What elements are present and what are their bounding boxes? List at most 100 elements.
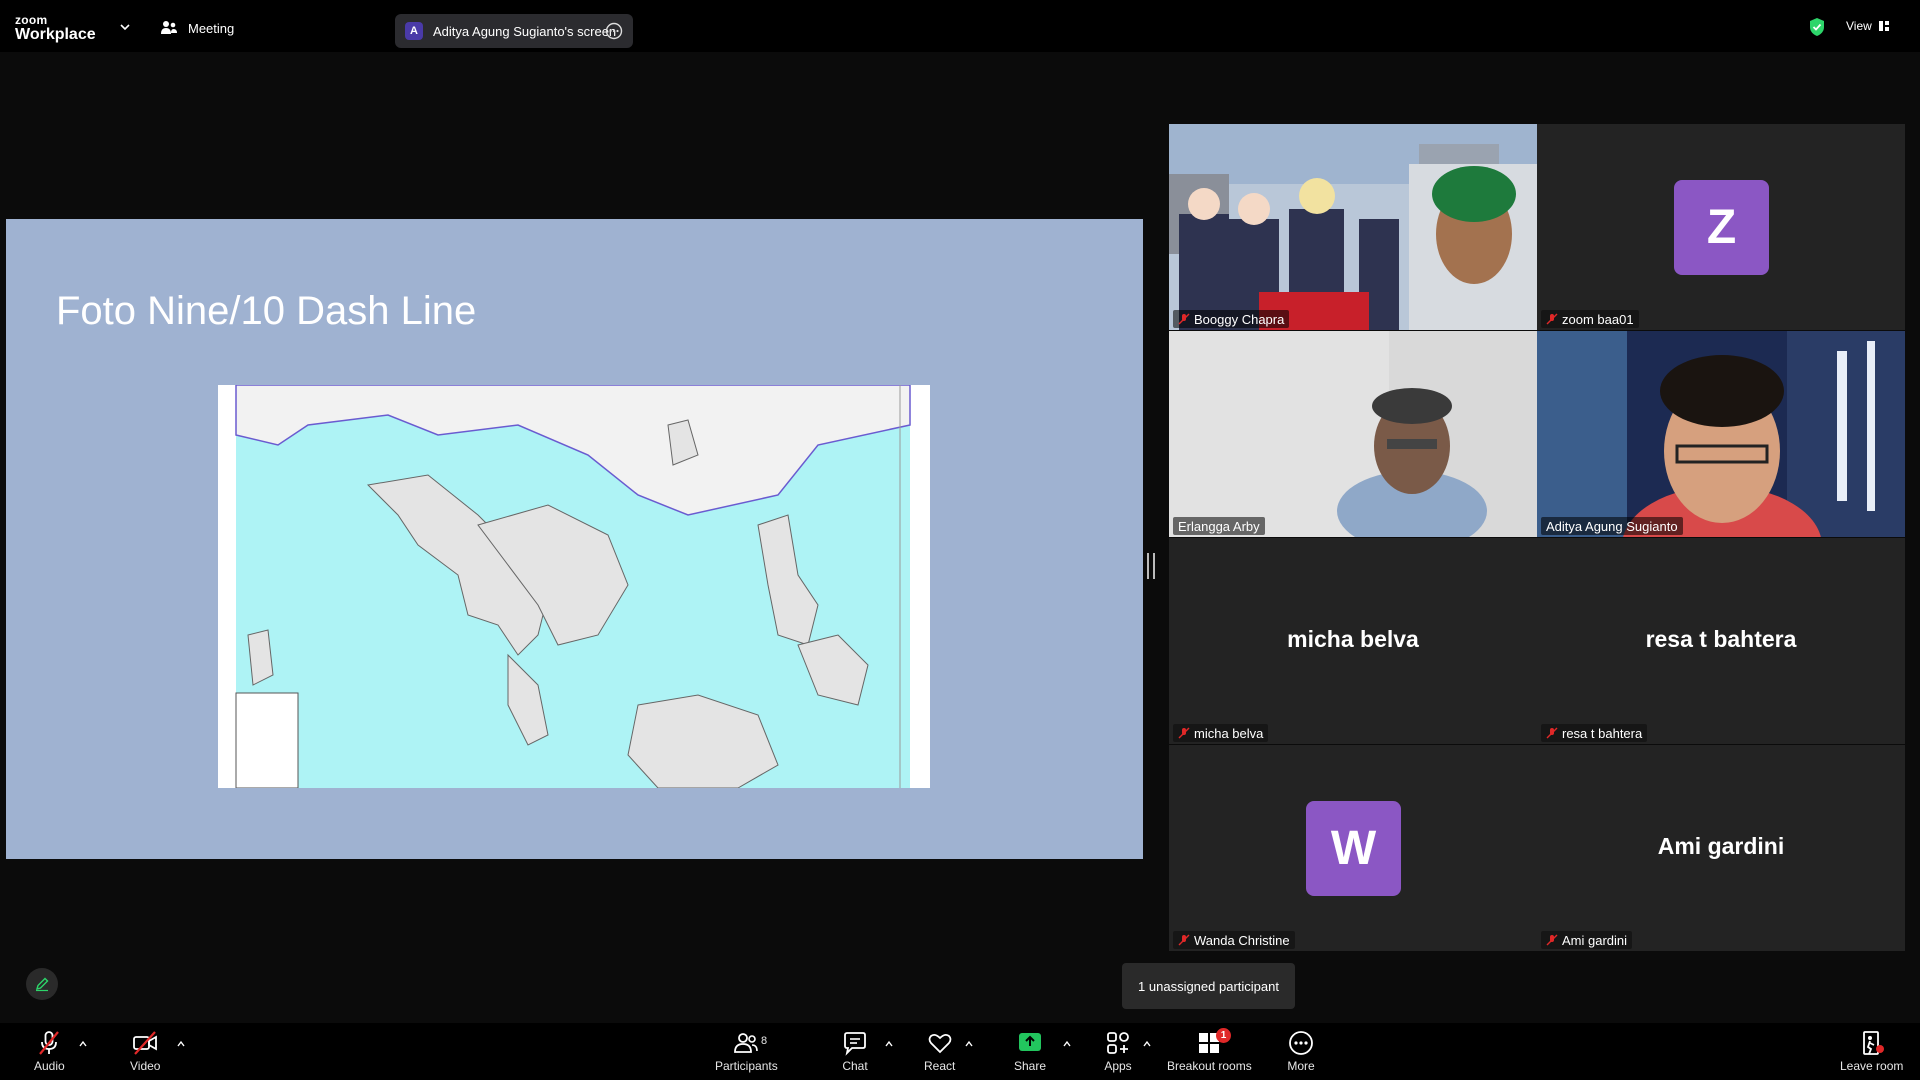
caret-up-icon[interactable] <box>1142 1039 1152 1049</box>
pencil-icon <box>35 977 49 992</box>
participants-icon <box>734 1033 759 1053</box>
breakout-badge: 1 <box>1216 1028 1231 1043</box>
shared-screen: Foto Nine/10 Dash Line <box>6 219 1143 859</box>
participant-tile[interactable]: Ami gardini Ami gardini <box>1537 745 1905 951</box>
participants-label: Participants <box>715 1059 778 1073</box>
participant-tile[interactable]: Erlangga Arby <box>1169 331 1537 537</box>
participant-name-tag: Booggy Chapra <box>1173 310 1290 328</box>
more-options-icon[interactable] <box>605 22 623 40</box>
react-button[interactable]: React <box>924 1029 955 1073</box>
participant-display-name: micha belva <box>1287 626 1419 652</box>
meeting-label: Meeting <box>188 20 235 36</box>
heart-icon <box>928 1033 952 1054</box>
chat-icon <box>844 1032 866 1056</box>
annotate-button[interactable] <box>26 968 58 1000</box>
participant-name: micha belva <box>1194 725 1264 741</box>
share-button[interactable]: Share <box>1014 1029 1046 1073</box>
apps-icon <box>1107 1032 1129 1054</box>
participant-video <box>1169 124 1537 330</box>
chat-label: Chat <box>842 1059 868 1073</box>
participant-tile[interactable]: micha belva micha belva <box>1169 538 1537 744</box>
caret-up-icon[interactable] <box>176 1039 186 1049</box>
meeting-button[interactable]: Meeting <box>160 20 234 36</box>
mic-muted-icon <box>1546 934 1558 946</box>
breakout-label: Breakout rooms <box>1167 1059 1252 1073</box>
more-button[interactable]: More <box>1287 1029 1315 1073</box>
mic-muted-icon <box>1546 727 1558 739</box>
participant-name: Aditya Agung Sugianto <box>1546 518 1678 534</box>
leave-room-button[interactable]: Leave room <box>1840 1029 1903 1073</box>
meeting-toolbar: Audio Video Participants 8 Chat React Sh… <box>0 1023 1920 1080</box>
share-label: Share <box>1014 1059 1047 1073</box>
participant-name: Booggy Chapra <box>1194 311 1285 327</box>
screen-share-indicator[interactable]: A Aditya Agung Sugianto's screen <box>395 14 633 48</box>
brand-large: Workplace <box>15 26 96 43</box>
participant-avatar: W <box>1306 801 1401 896</box>
brand-small: zoom <box>15 13 48 27</box>
shield-check-icon[interactable] <box>1808 17 1826 37</box>
participant-name: Erlangga Arby <box>1178 518 1260 534</box>
participant-tile[interactable]: resa t bahtera resa t bahtera <box>1537 538 1905 744</box>
breakout-tooltip: 1 unassigned participant <box>1122 963 1295 1009</box>
sharer-avatar: A <box>405 22 423 40</box>
mic-muted-icon <box>1178 313 1190 325</box>
mic-muted-icon <box>1178 934 1190 946</box>
react-label: React <box>924 1059 956 1073</box>
participant-video <box>1537 331 1905 537</box>
splitter-handle[interactable] <box>1147 553 1155 579</box>
mic-muted-icon <box>1178 727 1190 739</box>
participant-tile[interactable]: Booggy Chapra <box>1169 124 1537 330</box>
tooltip-text: 1 unassigned participant <box>1138 978 1279 994</box>
participant-name-tag: Aditya Agung Sugianto <box>1541 517 1683 535</box>
participant-tile[interactable]: Aditya Agung Sugianto <box>1537 331 1905 537</box>
chat-button[interactable]: Chat <box>841 1029 869 1073</box>
mic-muted-icon <box>1546 313 1558 325</box>
participant-name-tag: micha belva <box>1173 724 1269 742</box>
participant-name-tag: resa t bahtera <box>1541 724 1648 742</box>
share-screen-icon <box>1019 1033 1042 1051</box>
microphone-muted-icon <box>39 1031 60 1055</box>
participant-name: resa t bahtera <box>1562 725 1643 741</box>
participant-avatar: Z <box>1674 180 1769 275</box>
apps-label: Apps <box>1104 1059 1132 1073</box>
participant-name-tag: Erlangga Arby <box>1173 517 1265 535</box>
participant-display-name: resa t bahtera <box>1645 626 1797 652</box>
zoom-workplace-logo[interactable]: zoom Workplace <box>15 14 96 43</box>
more-label: More <box>1287 1059 1315 1073</box>
caret-up-icon[interactable] <box>78 1039 88 1049</box>
participant-tile[interactable]: Z zoom baa01 <box>1537 124 1905 330</box>
video-label: Video <box>130 1059 161 1073</box>
participant-video <box>1169 331 1537 537</box>
audio-button[interactable]: Audio <box>34 1029 65 1073</box>
participant-tile[interactable]: W Wanda Christine <box>1169 745 1537 951</box>
map-image <box>218 385 930 788</box>
top-bar: zoom Workplace Meeting A Aditya Agung Su… <box>0 0 1920 52</box>
caret-up-icon[interactable] <box>964 1039 974 1049</box>
leave-label: Leave room <box>1840 1059 1904 1073</box>
video-camera-off-icon <box>133 1031 158 1055</box>
screen-share-label: Aditya Agung Sugianto's screen <box>433 23 617 39</box>
participant-name-tag: zoom baa01 <box>1541 310 1639 328</box>
caret-up-icon[interactable] <box>884 1039 894 1049</box>
grid-view-icon <box>1878 21 1889 31</box>
people-icon <box>161 21 177 34</box>
apps-button[interactable]: Apps <box>1104 1029 1132 1073</box>
participant-name: zoom baa01 <box>1562 311 1634 327</box>
participant-display-name: Ami gardini <box>1657 833 1785 859</box>
caret-up-icon[interactable] <box>1062 1039 1072 1049</box>
participant-name: Wanda Christine <box>1194 932 1290 948</box>
more-icon <box>1289 1031 1313 1055</box>
audio-label: Audio <box>34 1059 65 1073</box>
participant-name-tag: Ami gardini <box>1541 931 1633 949</box>
video-button[interactable]: Video <box>130 1029 160 1073</box>
participant-name-tag: Wanda Christine <box>1173 931 1295 949</box>
breakout-rooms-button[interactable]: Breakout rooms <box>1167 1029 1252 1073</box>
leave-room-icon <box>1862 1031 1884 1055</box>
participants-count: 8 <box>761 1035 768 1047</box>
slide-title: Foto Nine/10 Dash Line <box>56 289 477 333</box>
participant-name: Ami gardini <box>1562 932 1628 948</box>
view-label: View <box>1846 19 1872 33</box>
chevron-down-icon[interactable] <box>118 20 132 34</box>
participants-button[interactable]: Participants <box>715 1029 778 1073</box>
view-button[interactable]: View <box>1846 19 1890 33</box>
